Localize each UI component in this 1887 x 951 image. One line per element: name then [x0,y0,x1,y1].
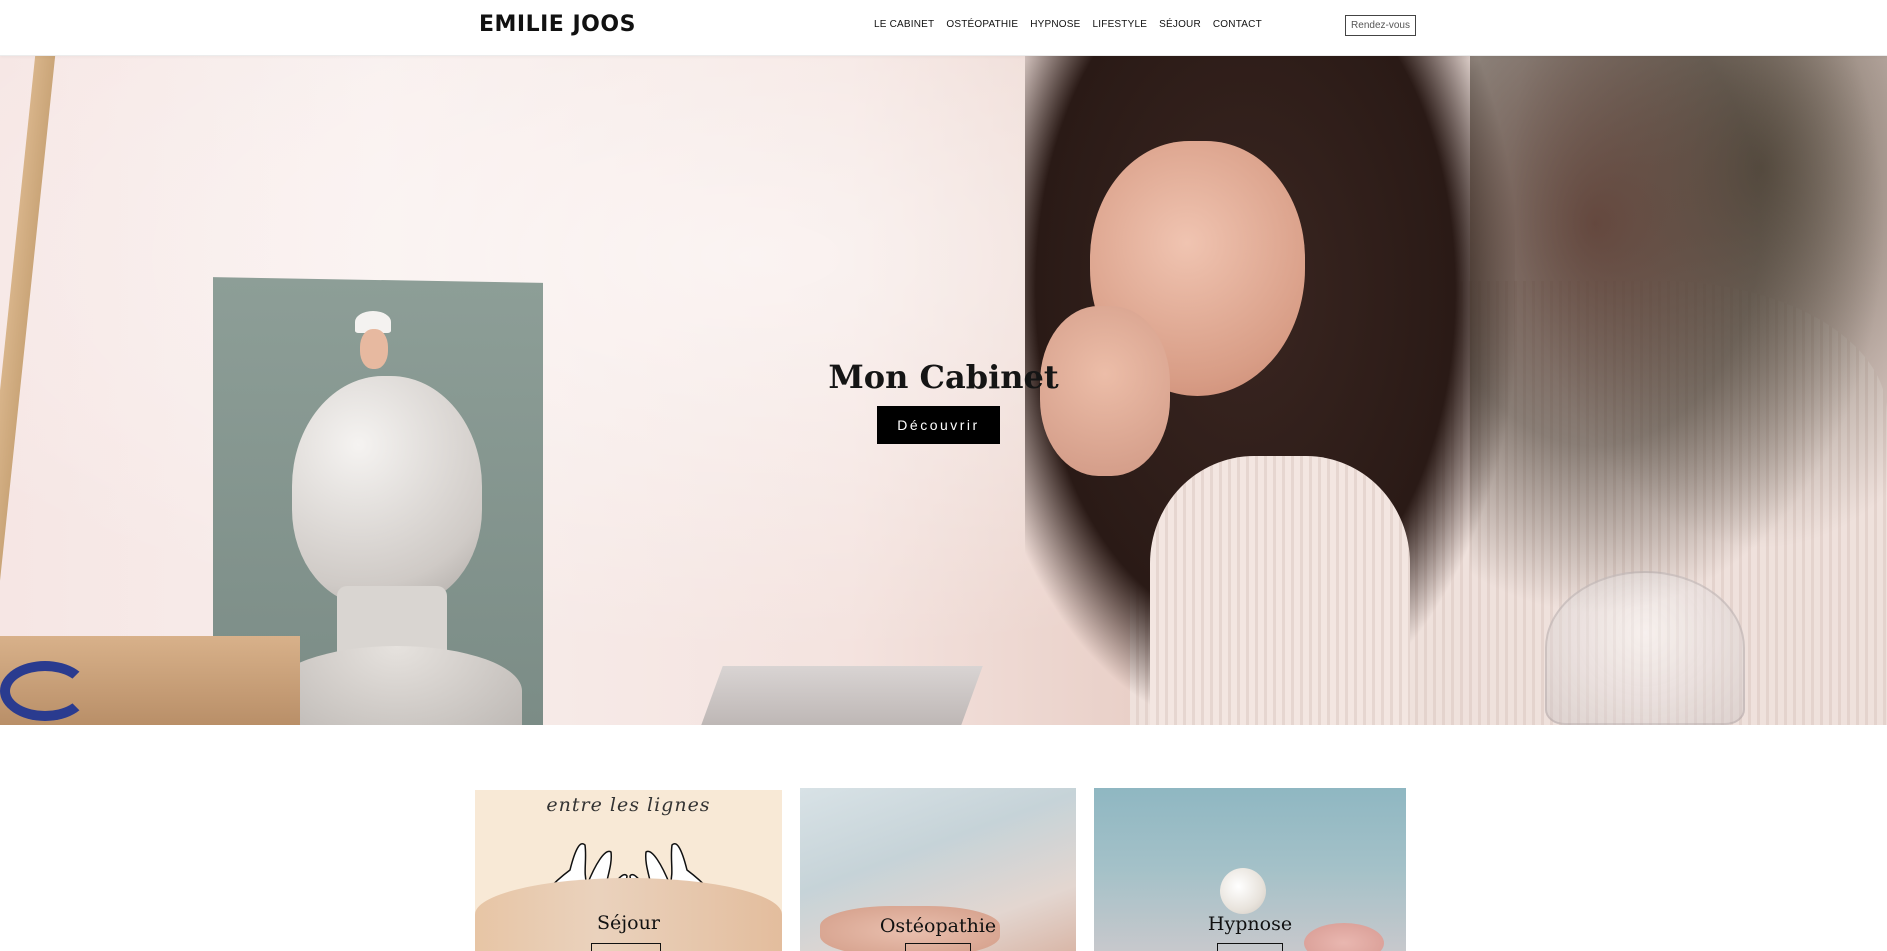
hero-banner: Mon Cabinet Découvrir [0,56,1887,725]
rendez-vous-button[interactable]: Rendez-vous [1345,15,1416,36]
laptop [697,666,983,725]
card-hypnose-button[interactable] [1217,943,1283,951]
glass-vase [1545,571,1745,725]
card-title-sejour: Séjour [597,912,660,934]
nav-item-le-cabinet[interactable]: LE CABINET [874,19,934,30]
nav-item-sejour[interactable]: SÉJOUR [1159,19,1201,30]
card-sejour[interactable]: entre les lignes Séjour [475,790,782,951]
hero-title: Mon Cabinet [828,358,1059,396]
card-osteopathie[interactable]: Ostéopathie [800,788,1076,951]
woman-sleeve [1150,456,1410,725]
main-nav: LE CABINET OSTÉOPATHIE HYPNOSE LIFESTYLE… [874,19,1274,30]
card-title-hypnose: Hypnose [1207,913,1293,935]
site-header: EMILIE JOOS LE CABINET OSTÉOPATHIE HYPNO… [0,0,1887,56]
nav-item-contact[interactable]: CONTACT [1213,19,1262,30]
scissors-icon [0,661,90,721]
site-logo[interactable]: EMILIE JOOS [479,12,636,37]
card-title-osteopathie: Ostéopathie [879,915,997,937]
card-hypnose[interactable]: Hypnose [1094,788,1406,951]
moon-icon [1220,868,1266,914]
nav-item-lifestyle[interactable]: LIFESTYLE [1093,19,1148,30]
card-osteopathie-button[interactable] [905,943,971,951]
bust-head [292,376,482,606]
card-sejour-button[interactable] [591,943,661,951]
nav-item-osteopathie[interactable]: OSTÉOPATHIE [946,19,1018,30]
decouvrir-button[interactable]: Découvrir [877,406,1000,444]
phrenology-bust [272,376,522,725]
nav-item-hypnose[interactable]: HYPNOSE [1030,19,1080,30]
bust-shoulders [272,646,522,725]
dried-flowers [1470,56,1887,616]
